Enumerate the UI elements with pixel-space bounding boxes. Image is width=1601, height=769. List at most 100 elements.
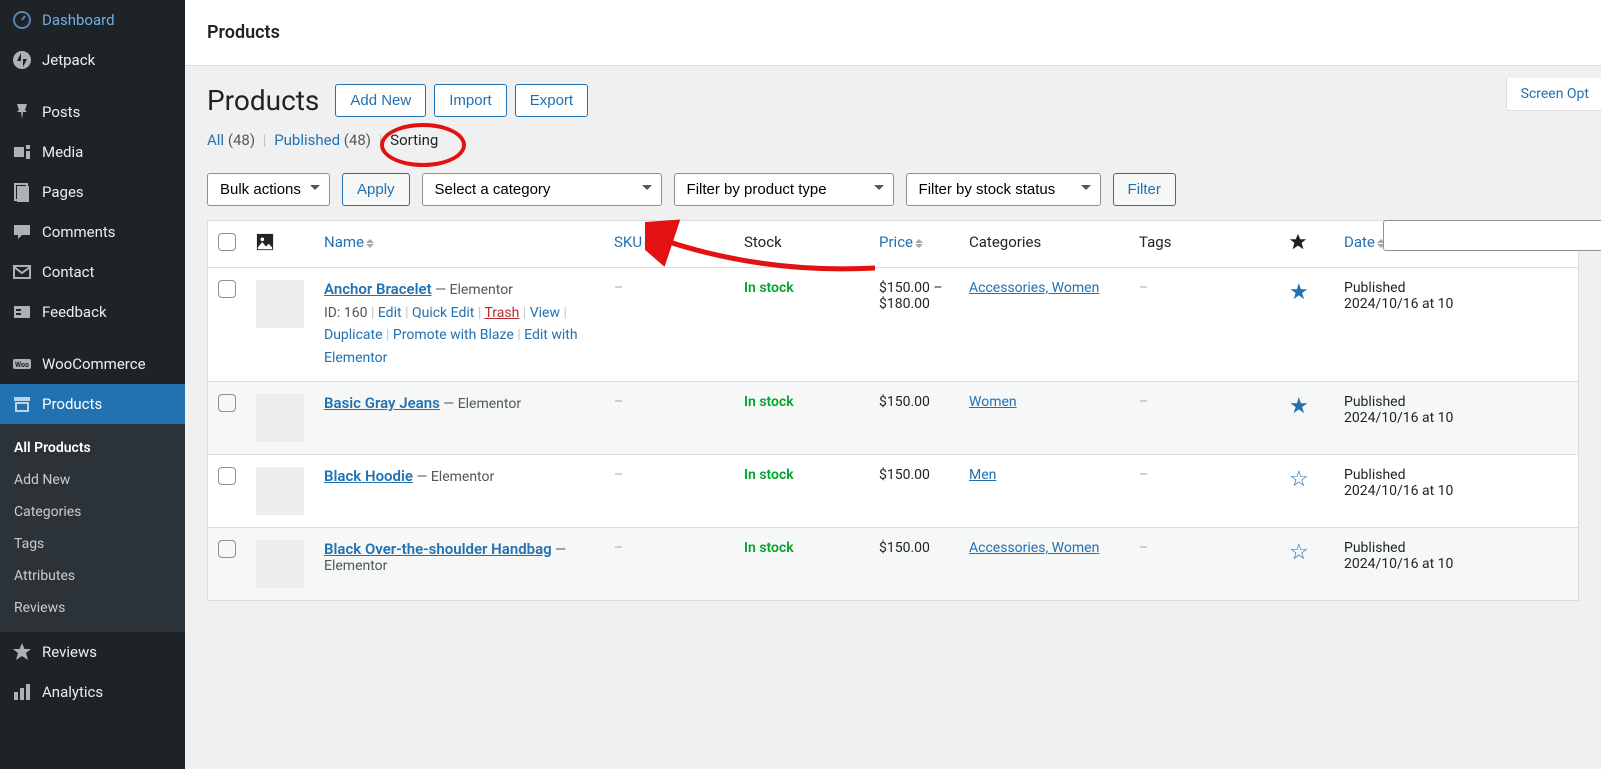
import-button[interactable]: Import [434,84,507,117]
pin-icon [12,102,32,122]
stock-status: In stock [744,540,794,556]
column-name[interactable]: Name [324,233,374,251]
product-title-link[interactable]: Basic Gray Jeans [324,394,440,412]
status-filter: All (48) | Published (48) | Sorting [207,131,1579,149]
sidebar-item-media[interactable]: Media [0,132,185,172]
search-input[interactable] [1383,220,1601,251]
media-icon [12,142,32,162]
comment-icon [12,222,32,242]
duplicate-link[interactable]: Duplicate [324,327,383,343]
builder-label: — Elementor [416,469,494,485]
product-title-link[interactable]: Black Hoodie [324,467,413,485]
sidebar-item-posts[interactable]: Posts [0,92,185,132]
sidebar-item-comments[interactable]: Comments [0,212,185,252]
column-tags: Tags [1129,221,1279,268]
row-checkbox[interactable] [218,394,236,412]
featured-star-icon[interactable]: ☆ [1289,540,1309,565]
category-link[interactable]: Women [969,394,1017,410]
image-icon [256,233,274,251]
products-submenu: All Products Add New Categories Tags Att… [0,424,185,632]
sidebar-item-pages[interactable]: Pages [0,172,185,212]
category-link[interactable]: Men [969,467,996,483]
category-select[interactable]: Select a category [422,173,662,206]
sidebar-item-contact[interactable]: Contact [0,252,185,292]
table-row: Black Over-the-shoulder Handbag — Elemen… [208,528,1579,601]
sidebar-item-jetpack[interactable]: Jetpack [0,40,185,80]
product-type-select[interactable]: Filter by product type [674,173,894,206]
product-name-cell: Basic Gray Jeans — Elementor [314,382,604,455]
submenu-tags[interactable]: Tags [0,528,185,560]
row-checkbox[interactable] [218,467,236,485]
sidebar-label: Posts [42,103,80,121]
product-title-link[interactable]: Anchor Bracelet [324,280,432,298]
stock-status: In stock [744,394,794,410]
submenu-reviews[interactable]: Reviews [0,592,185,624]
product-title-link[interactable]: Black Over-the-shoulder Handbag [324,540,552,558]
trash-link[interactable]: Trash [484,305,519,321]
products-icon [12,394,32,414]
product-thumbnail[interactable] [256,467,304,515]
tags-value: – [1139,394,1148,410]
export-button[interactable]: Export [515,84,588,117]
woo-icon: Woo [12,354,32,374]
sidebar-item-feedback[interactable]: Feedback [0,292,185,332]
bulk-actions-select[interactable]: Bulk actions [207,173,330,206]
submenu-all-products[interactable]: All Products [0,432,185,464]
sidebar-label: Products [42,395,102,413]
table-row: Anchor Bracelet — Elementor ID: 160 | Ed… [208,268,1579,382]
select-all-checkbox[interactable] [218,233,236,251]
submenu-categories[interactable]: Categories [0,496,185,528]
tags-value: – [1139,467,1148,483]
product-thumbnail[interactable] [256,540,304,588]
published-count: (48) [344,131,371,149]
column-price[interactable]: Price [879,233,923,251]
sidebar-item-dashboard[interactable]: Dashboard [0,0,185,40]
add-new-button[interactable]: Add New [335,84,426,117]
row-checkbox[interactable] [218,280,236,298]
edit-link[interactable]: Edit [378,305,402,321]
featured-star-icon[interactable]: ☆ [1289,467,1309,492]
column-sku[interactable]: SKU [614,233,652,251]
star-icon [12,642,32,662]
sidebar-label: Jetpack [42,51,95,69]
jetpack-icon [12,50,32,70]
dashboard-icon [12,10,32,30]
product-thumbnail[interactable] [256,394,304,442]
filter-published[interactable]: Published [274,131,340,149]
featured-star-icon[interactable]: ★ [1289,280,1309,305]
all-count: (48) [228,131,255,149]
stock-status-select[interactable]: Filter by stock status [906,173,1101,206]
star-icon [1289,233,1307,251]
filter-all[interactable]: All [207,131,224,149]
view-link[interactable]: View [530,305,560,321]
sku-value: – [614,540,623,556]
column-date[interactable]: Date [1344,233,1385,251]
sidebar-item-woocommerce[interactable]: WooWooCommerce [0,344,185,384]
category-link[interactable]: Accessories, Women [969,280,1099,296]
sidebar-item-analytics[interactable]: Analytics [0,672,185,712]
filter-button[interactable]: Filter [1113,173,1176,206]
date-cell: Published2024/10/16 at 10 [1334,455,1579,528]
heading: Products [207,84,319,117]
category-link[interactable]: Accessories, Women [969,540,1099,556]
featured-star-icon[interactable]: ★ [1289,394,1309,419]
row-checkbox[interactable] [218,540,236,558]
submenu-attributes[interactable]: Attributes [0,560,185,592]
sidebar-label: Dashboard [42,11,115,29]
sidebar-item-products[interactable]: Products [0,384,185,424]
product-thumbnail[interactable] [256,280,304,328]
filter-sorting[interactable]: Sorting [390,131,438,149]
page-title: Products [207,22,1579,43]
column-categories: Categories [959,221,1129,268]
analytics-icon [12,682,32,702]
main-content: Products Screen Opt Products Add New Imp… [185,0,1601,769]
sidebar-item-reviews[interactable]: Reviews [0,632,185,672]
sidebar-label: Analytics [42,683,103,701]
top-header: Products [185,0,1601,66]
submenu-add-new[interactable]: Add New [0,464,185,496]
apply-button[interactable]: Apply [342,173,410,206]
product-name-cell: Black Hoodie — Elementor [314,455,604,528]
blaze-link[interactable]: Promote with Blaze [393,327,514,343]
tags-value: – [1139,540,1148,556]
quick-edit-link[interactable]: Quick Edit [412,305,474,321]
